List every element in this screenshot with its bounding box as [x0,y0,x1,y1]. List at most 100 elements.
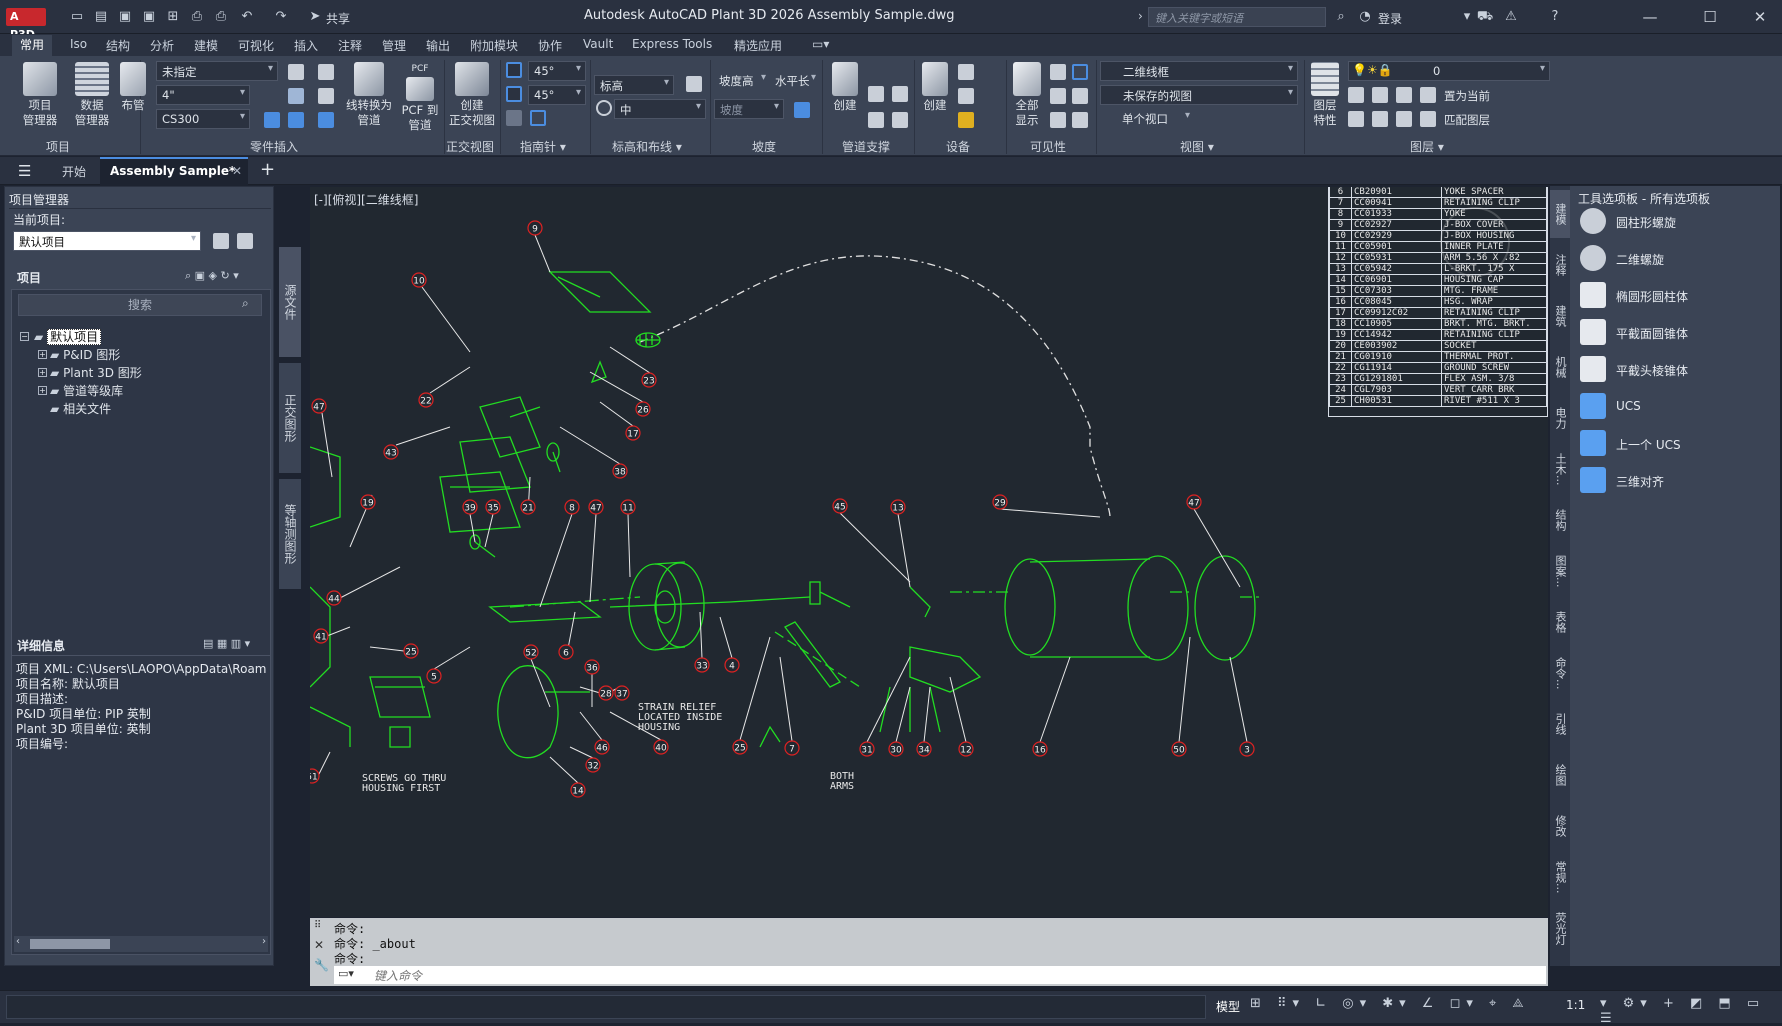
compass-angle-2[interactable]: 45° [528,85,586,105]
tab-addins[interactable]: 附加模块 [470,37,518,54]
user-icon[interactable]: ◔ [1356,8,1374,26]
autodesk-account-icon[interactable]: ⚠ [1502,8,1520,26]
tab-output[interactable]: 输出 [426,37,450,54]
minimize-button[interactable]: — [1630,5,1670,29]
save-icon[interactable]: ▣ [116,8,134,26]
create-support-button[interactable]: 创建 [826,62,864,113]
support-attach-icon[interactable] [868,112,884,128]
compass-line-icon[interactable] [506,110,522,126]
side-tab-ortho[interactable]: 正交图形 [279,363,301,473]
tab-annotate[interactable]: 注释 [338,37,362,54]
cart-icon[interactable]: ⛟ [1476,8,1494,26]
current-project-select[interactable]: 默认项目 [13,231,201,251]
layer-tool-icon-7[interactable] [1396,111,1412,127]
line-to-pipe-button[interactable]: 线转换为 管道 [342,62,396,128]
command-input[interactable]: 键入命令 [334,966,1546,984]
model-space-button[interactable]: 模型 [1216,998,1240,1015]
palette-item[interactable]: 椭圆形圆柱体 [1616,288,1688,305]
connect-icon[interactable] [288,112,304,128]
tree-node-plant3d[interactable]: ▰ Plant 3D 图形 [50,364,142,381]
set-current-layer-button[interactable]: 置为当前 [1444,88,1490,104]
horizontal-scrollbar[interactable]: ‹ › [14,936,268,952]
annotation-scale[interactable]: 1:1 [1566,998,1585,1012]
undo-icon[interactable]: ↶ [238,8,256,26]
menu-icon[interactable]: ☰ [18,162,31,180]
palette-tab[interactable]: 注释 [1550,241,1570,289]
project-tools-icon[interactable] [237,233,253,249]
list-icon[interactable] [318,64,334,80]
elevation-pick-icon[interactable] [686,76,702,92]
layer-tool-icon-4[interactable] [1420,87,1436,103]
share-icon[interactable]: ➤ [306,8,324,26]
scrollbar-thumb[interactable] [30,939,110,949]
viewcube-icon[interactable] [1440,207,1510,277]
group-label-layers[interactable]: 图层 ▾ [1410,138,1444,155]
add-tab-icon[interactable]: + [260,159,275,180]
save-as-icon[interactable]: ▣ [140,8,158,26]
tree-node-pid[interactable]: ▰ P&ID 图形 [50,346,120,363]
insert-icon[interactable] [288,88,304,104]
open-folder-icon[interactable]: ▤ [92,8,110,26]
new-file-icon[interactable]: ▭ [68,8,86,26]
palette-item[interactable]: 三维对齐 [1616,473,1664,490]
visibility-toggle-icon[interactable] [1050,112,1066,128]
palette-item[interactable]: 二维螺旋 [1616,251,1664,268]
palette-tab[interactable]: 建模 [1550,190,1570,238]
route-mode-select[interactable]: 中 [614,99,706,119]
size-select[interactable]: 4" [156,85,250,105]
create-ortho-view-button[interactable]: 创建 正交视图 [446,62,498,128]
tree-node-spec[interactable]: ▰ 管道等级库 [50,382,123,399]
tab-insert[interactable]: 插入 [294,37,318,54]
search-input[interactable]: 键入关键字或短语 [1148,7,1326,27]
compass-snap-icon[interactable] [506,86,522,102]
palette-item[interactable]: 上一个 UCS [1616,436,1681,453]
tab-featured-apps[interactable]: 精选应用 [734,37,782,54]
data-manager-button[interactable]: 数据 管理器 [66,62,118,128]
route-icon[interactable] [596,100,612,116]
group-label-view[interactable]: 视图 ▾ [1180,138,1214,155]
dropdown-icon[interactable]: ▾ [1458,8,1476,26]
isolate-icon[interactable] [1050,64,1066,80]
route-pipe-button[interactable]: 布管 [114,62,152,113]
saved-view-select[interactable]: 未保存的视图 [1100,85,1298,105]
tab-express-tools[interactable]: Express Tools [632,37,712,51]
elevation-input[interactable]: 标高 [594,75,674,95]
chevron-right-icon[interactable]: › [1138,9,1143,23]
app-logo[interactable]: A P3D [6,8,46,41]
command-line-area[interactable] [6,995,1206,1019]
filter-icon[interactable] [1072,88,1088,104]
palette-tab[interactable]: 常规... [1550,853,1570,901]
support-edit-icon[interactable] [868,86,884,102]
tab-collaborate[interactable]: 协作 [538,37,562,54]
drag-handle-icon[interactable]: ⠿ [314,920,321,931]
palette-tab[interactable]: 引线 [1550,700,1570,748]
compass-angle-1[interactable]: 45° [528,61,586,81]
palette-tab[interactable]: 绘图 [1550,751,1570,799]
maximize-button[interactable]: ☐ [1690,5,1730,29]
match-layer-button[interactable]: 匹配图层 [1444,112,1490,128]
tab-modeling[interactable]: 建模 [194,37,218,54]
group-label-compass[interactable]: 指南针 ▾ [520,138,566,155]
tree-node-root[interactable]: ▰ 默认项目 [34,328,102,345]
layer-tool-icon-6[interactable] [1372,111,1388,127]
palette-tab[interactable]: 荧光灯 [1550,904,1570,952]
tab-vault[interactable]: Vault [583,37,613,51]
layer-tool-icon-8[interactable] [1420,111,1436,127]
palette-tab[interactable]: 建筑 [1550,292,1570,340]
equipment-convert-icon[interactable] [958,88,974,104]
show-all-button[interactable]: 全部 显示 [1008,62,1046,128]
palette-tab[interactable]: 命令... [1550,649,1570,697]
cs-select[interactable]: CS300 [156,109,250,129]
layer-tool-icon-5[interactable] [1348,111,1364,127]
print-icon[interactable]: ⎙ [212,8,230,26]
tab-visualize[interactable]: 可视化 [238,37,274,54]
project-manager-button[interactable]: 项目 管理器 [14,62,66,128]
layer-tool-icon-2[interactable] [1372,87,1388,103]
attach-icon[interactable] [264,112,280,128]
project-toolbar-icons[interactable]: ⌕ ▣ ◈ ↻ ▾ [185,269,239,283]
layer-tool-icon-3[interactable] [1396,87,1412,103]
slope-input[interactable]: 坡度 [714,99,784,119]
viewport-config-select[interactable]: 单个视口 [1100,109,1194,129]
status-settings-icons[interactable]: ▾ ⚙▾ + ◩ ⬒ ▭ ☰ [1600,996,1782,1026]
tree-expand-icon[interactable]: + [38,386,47,395]
